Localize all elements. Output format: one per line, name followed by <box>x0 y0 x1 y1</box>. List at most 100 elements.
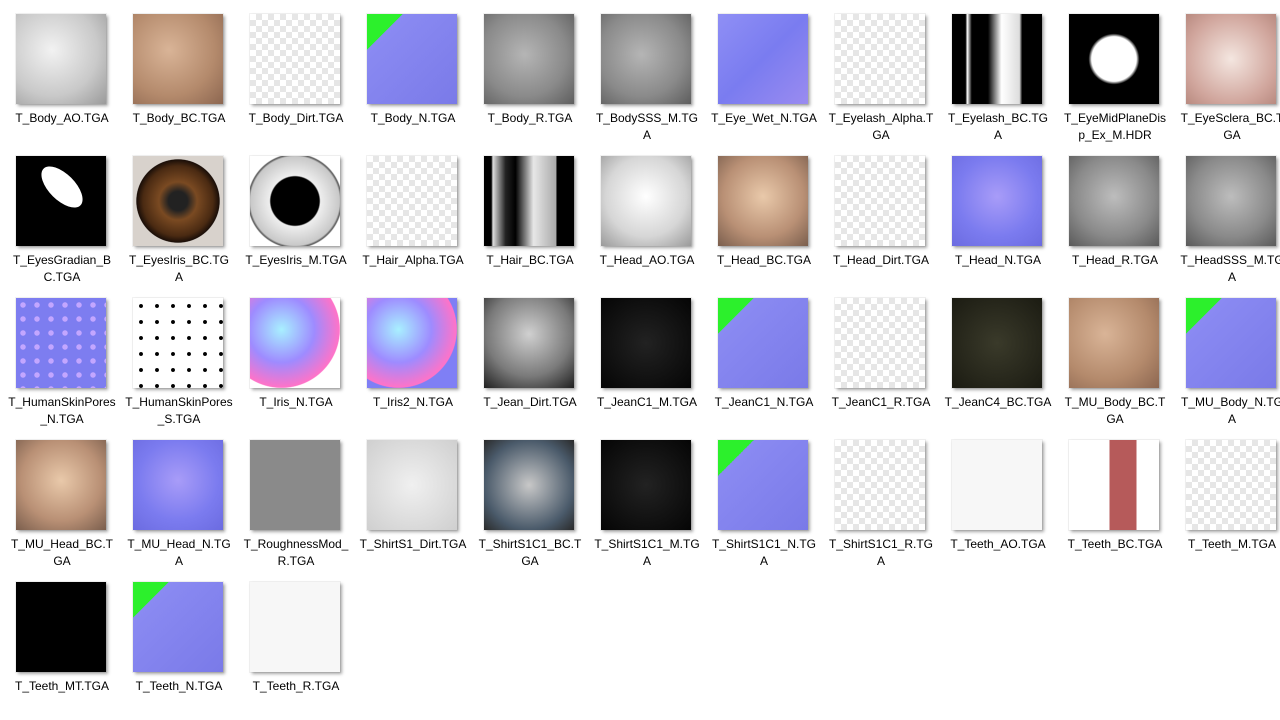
file-item[interactable]: T_Teeth_R.TGA <box>242 582 352 717</box>
file-item[interactable]: T_RoughnessMod_R.TGA <box>242 440 352 575</box>
file-thumbnail <box>367 298 457 388</box>
file-item[interactable]: T_Eyelash_BC.TGA <box>944 14 1054 149</box>
file-thumbnail <box>367 440 457 530</box>
file-item[interactable]: T_EyeSclera_BC.TGA <box>1178 14 1280 149</box>
file-name: T_MU_Body_BC.TGA <box>1064 395 1166 426</box>
file-name: T_Teeth_AO.TGA <box>950 537 1046 551</box>
file-item[interactable]: T_Hair_Alpha.TGA <box>359 156 469 291</box>
file-item[interactable]: T_ShirtS1_Dirt.TGA <box>359 440 469 575</box>
file-item[interactable]: T_Body_AO.TGA <box>8 14 118 149</box>
file-item[interactable]: T_HeadSSS_M.TGA <box>1178 156 1280 291</box>
file-thumbnail <box>250 156 340 246</box>
file-name: T_Body_N.TGA <box>370 111 456 125</box>
file-name: T_Eyelash_BC.TGA <box>947 111 1049 142</box>
file-item[interactable]: T_EyesGradian_BC.TGA <box>8 156 118 291</box>
file-item[interactable]: T_Iris_N.TGA <box>242 298 352 433</box>
file-item[interactable]: T_MU_Head_N.TGA <box>125 440 235 575</box>
file-item[interactable]: T_Teeth_AO.TGA <box>944 440 1054 575</box>
file-thumbnail <box>367 156 457 246</box>
file-thumbnail <box>952 156 1042 246</box>
file-thumbnail <box>718 156 808 246</box>
file-item[interactable]: T_Head_AO.TGA <box>593 156 703 291</box>
file-thumbnail <box>952 14 1042 104</box>
file-thumbnail <box>484 440 574 530</box>
file-item[interactable]: T_Jean_Dirt.TGA <box>476 298 586 433</box>
file-item[interactable]: T_JeanC1_M.TGA <box>593 298 703 433</box>
file-name: T_Teeth_BC.TGA <box>1067 537 1163 551</box>
file-item[interactable]: T_JeanC4_BC.TGA <box>944 298 1054 433</box>
file-name: T_JeanC1_N.TGA <box>714 395 814 409</box>
file-item[interactable]: T_Head_N.TGA <box>944 156 1054 291</box>
file-thumbnail <box>1186 14 1276 104</box>
file-thumbnail <box>484 156 574 246</box>
file-name: T_MU_Head_N.TGA <box>127 537 231 568</box>
file-item[interactable]: T_Hair_BC.TGA <box>476 156 586 291</box>
file-thumbnail <box>133 156 223 246</box>
file-name: T_EyesIris_BC.TGA <box>128 253 230 284</box>
file-item[interactable]: T_MU_Body_BC.TGA <box>1061 298 1171 433</box>
file-item[interactable]: T_ShirtS1C1_BC.TGA <box>476 440 586 575</box>
file-name: T_JeanC1_M.TGA <box>596 395 698 409</box>
file-item[interactable]: T_Body_BC.TGA <box>125 14 235 149</box>
file-name: T_Head_R.TGA <box>1071 253 1159 267</box>
file-name: T_HeadSSS_M.TGA <box>1180 253 1280 284</box>
file-item[interactable]: T_JeanC1_R.TGA <box>827 298 937 433</box>
file-thumbnail <box>16 14 106 104</box>
file-name: T_Head_Dirt.TGA <box>832 253 930 267</box>
file-name: T_Head_AO.TGA <box>599 253 695 267</box>
file-thumbnail <box>1069 156 1159 246</box>
file-name: T_RoughnessMod_R.TGA <box>243 537 349 568</box>
file-item[interactable]: T_BodySSS_M.TGA <box>593 14 703 149</box>
file-item[interactable]: T_Head_Dirt.TGA <box>827 156 937 291</box>
file-item[interactable]: T_ShirtS1C1_N.TGA <box>710 440 820 575</box>
file-thumbnail <box>16 440 106 530</box>
file-item[interactable]: T_Body_R.TGA <box>476 14 586 149</box>
file-thumbnail <box>16 298 106 388</box>
file-name: T_Hair_Alpha.TGA <box>362 253 464 267</box>
file-name: T_BodySSS_M.TGA <box>595 111 699 142</box>
file-name: T_Body_R.TGA <box>487 111 573 125</box>
file-item[interactable]: T_HumanSkinPores_N.TGA <box>8 298 118 433</box>
file-thumbnail <box>133 14 223 104</box>
file-item[interactable]: T_Teeth_MT.TGA <box>8 582 118 717</box>
file-item[interactable]: T_EyesIris_M.TGA <box>242 156 352 291</box>
file-item[interactable]: T_ShirtS1C1_R.TGA <box>827 440 937 575</box>
file-item[interactable]: T_Head_R.TGA <box>1061 156 1171 291</box>
file-name: T_JeanC4_BC.TGA <box>944 395 1052 409</box>
file-item[interactable]: T_Iris2_N.TGA <box>359 298 469 433</box>
file-item[interactable]: T_Eyelash_Alpha.TGA <box>827 14 937 149</box>
file-thumbnail <box>1069 440 1159 530</box>
file-item[interactable]: T_Teeth_BC.TGA <box>1061 440 1171 575</box>
file-thumbnail <box>133 440 223 530</box>
file-name: T_Teeth_MT.TGA <box>14 679 110 693</box>
file-name: T_EyeMidPlaneDisp_Ex_M.HDR <box>1063 111 1167 142</box>
file-name: T_MU_Body_N.TGA <box>1180 395 1280 426</box>
file-item[interactable]: T_HumanSkinPores_S.TGA <box>125 298 235 433</box>
file-item[interactable]: T_Body_Dirt.TGA <box>242 14 352 149</box>
file-item[interactable]: T_MU_Body_N.TGA <box>1178 298 1280 433</box>
file-item[interactable]: T_Teeth_M.TGA <box>1178 440 1280 575</box>
file-item[interactable]: T_EyesIris_BC.TGA <box>125 156 235 291</box>
file-item[interactable]: T_MU_Head_BC.TGA <box>8 440 118 575</box>
file-thumbnail <box>835 298 925 388</box>
file-item[interactable]: T_EyeMidPlaneDisp_Ex_M.HDR <box>1061 14 1171 149</box>
file-item[interactable]: T_Eye_Wet_N.TGA <box>710 14 820 149</box>
file-item[interactable]: T_Teeth_N.TGA <box>125 582 235 717</box>
file-name: T_Teeth_N.TGA <box>135 679 223 693</box>
file-thumbnail <box>250 440 340 530</box>
file-name: T_Head_BC.TGA <box>716 253 812 267</box>
file-item[interactable]: T_Body_N.TGA <box>359 14 469 149</box>
file-name: T_Body_BC.TGA <box>132 111 226 125</box>
file-name: T_Body_AO.TGA <box>15 111 109 125</box>
file-item[interactable]: T_JeanC1_N.TGA <box>710 298 820 433</box>
file-name: T_ShirtS1C1_BC.TGA <box>478 537 582 568</box>
file-thumbnail <box>718 14 808 104</box>
file-thumbnail <box>133 582 223 672</box>
file-name: T_JeanC1_R.TGA <box>831 395 931 409</box>
file-name: T_Hair_BC.TGA <box>486 253 574 267</box>
file-name: T_EyeSclera_BC.TGA <box>1180 111 1280 142</box>
file-thumbnail <box>601 298 691 388</box>
file-item[interactable]: T_Head_BC.TGA <box>710 156 820 291</box>
file-item[interactable]: T_ShirtS1C1_M.TGA <box>593 440 703 575</box>
file-thumbnail <box>1069 14 1159 104</box>
